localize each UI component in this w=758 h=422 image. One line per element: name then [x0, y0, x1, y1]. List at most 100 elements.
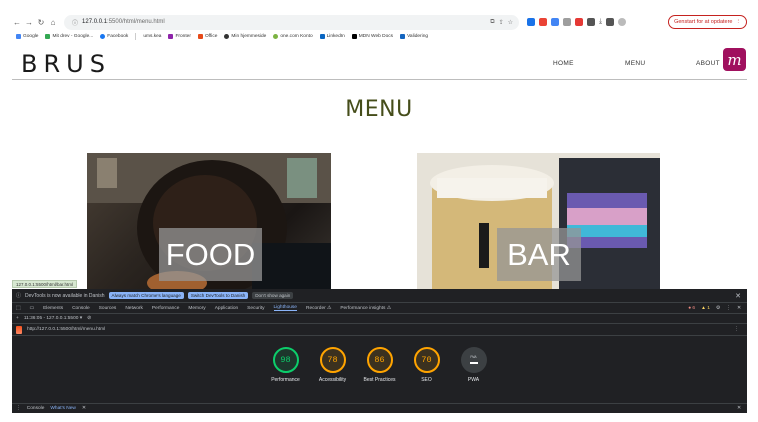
linkedin-icon	[319, 34, 325, 39]
bookmark-item[interactable]: MDN Web Docs	[351, 34, 393, 39]
tab-memory[interactable]: Memory	[188, 306, 205, 311]
browser-toolbar: ← → ↻ ⌂ ⓘ 127.0.0.1:5500/html/menu.html …	[12, 12, 747, 32]
tab-console[interactable]: Console	[72, 306, 90, 311]
warning-count[interactable]: ▲ 1	[701, 306, 710, 311]
tab-elements[interactable]: Elements	[43, 306, 63, 311]
bookmark-star-icon[interactable]: ☆	[508, 19, 513, 26]
pwa-badge: PWA	[460, 347, 487, 373]
score-gauge: 98	[272, 347, 299, 373]
translate-icon[interactable]: ⧉	[490, 19, 494, 26]
score-pwa[interactable]: PWA PWA	[454, 347, 493, 384]
tab-application[interactable]: Application	[215, 306, 238, 311]
add-icon[interactable]: +	[16, 316, 19, 321]
lighthouse-icon	[16, 325, 22, 334]
extension-icon[interactable]	[551, 18, 559, 26]
profile-avatar[interactable]	[618, 18, 627, 26]
bookmark-item[interactable]: Office	[197, 34, 217, 39]
home-icon[interactable]: ⌂	[48, 16, 58, 28]
mdn-icon	[351, 34, 357, 39]
bookmark-item[interactable]: Validering	[400, 34, 428, 39]
lighthouse-scores: 98 Performance 78 Accessibility 86 Best …	[12, 347, 747, 384]
update-button[interactable]: Genstart for at opdatere ⋮	[668, 15, 747, 29]
facebook-icon	[100, 34, 106, 39]
score-gauge: 78	[319, 347, 346, 373]
report-menu-icon[interactable]: ⋮	[734, 327, 739, 332]
report-url[interactable]: http://127.0.0.1:5500/html/menu.html	[27, 327, 105, 332]
food-card[interactable]: FOOD	[87, 153, 331, 290]
extension-icon[interactable]	[527, 18, 535, 26]
close-tab-icon[interactable]: ✕	[82, 406, 86, 411]
close-icon[interactable]: ✕	[735, 292, 741, 300]
match-language-button[interactable]: Always match Chrome's language	[108, 292, 184, 299]
share-icon[interactable]: ⇪	[499, 19, 504, 26]
drawer-tab-console[interactable]: Console	[27, 406, 45, 411]
devtools-panel: ⓘ DevTools is now available in Danish Al…	[12, 289, 747, 413]
food-label: FOOD	[159, 228, 262, 281]
onecom-icon	[273, 34, 279, 39]
address-bar[interactable]: ⓘ 127.0.0.1:5500/html/menu.html ⧉ ⇪ ☆	[64, 14, 519, 30]
extension-icon[interactable]	[575, 18, 583, 26]
bookmark-item[interactable]: Facebook	[100, 34, 128, 39]
dont-show-again-button[interactable]: Don't show again	[252, 292, 294, 299]
drive-icon	[45, 34, 51, 39]
back-icon[interactable]: ←	[12, 16, 22, 28]
sidepanel-icon[interactable]	[606, 18, 615, 26]
pwa-badge-text: PWA	[470, 356, 477, 360]
bookmarks-bar: Google Mit drev - Google... Facebook ums…	[12, 31, 747, 42]
tab-sources[interactable]: Sources	[99, 306, 117, 311]
drawer-tab-whats-new[interactable]: What's New	[50, 406, 75, 411]
bookmark-item[interactable]: ums.kea	[143, 34, 161, 39]
m-extension-badge[interactable]: m	[723, 48, 746, 71]
fronter-icon	[168, 34, 174, 39]
reload-icon[interactable]: ↻	[36, 16, 46, 28]
tab-recorder[interactable]: Recorder ⚠	[306, 306, 331, 311]
bookmark-item[interactable]: Fronter	[168, 34, 191, 39]
bookmark-item[interactable]: LinkedIn	[319, 34, 345, 39]
site-logo[interactable]: BRUS	[21, 50, 111, 78]
bookmark-item[interactable]: one.com Konto	[273, 34, 313, 39]
download-icon[interactable]: ⤓	[599, 18, 602, 26]
tab-performance-insights[interactable]: Performance insights ⚠	[340, 306, 391, 311]
report-select[interactable]: 11:36:05 - 127.0.0.1:5500 ▾	[24, 316, 82, 321]
score-gauge: 86	[366, 347, 393, 373]
close-devtools-icon[interactable]: ✕	[737, 306, 741, 311]
url-path: :5500/html/menu.html	[107, 19, 165, 25]
bookmark-separator	[135, 33, 137, 40]
score-performance[interactable]: 98 Performance	[266, 347, 305, 384]
score-accessibility[interactable]: 78 Accessibility	[313, 347, 352, 384]
score-label: Best Practices	[363, 377, 396, 383]
close-drawer-icon[interactable]: ✕	[737, 406, 741, 411]
nav-home[interactable]: HOME	[553, 60, 574, 67]
inspect-icon[interactable]: ⬚	[16, 306, 21, 311]
switch-language-button[interactable]: Switch DevTools to Danish	[187, 292, 249, 299]
nav-about[interactable]: ABOUT	[696, 60, 720, 67]
google-icon	[16, 34, 21, 39]
bookmark-item[interactable]: Min hjemmeside	[224, 34, 266, 39]
drawer-menu-icon[interactable]: ⋮	[16, 406, 21, 411]
score-best-practices[interactable]: 86 Best Practices	[360, 347, 399, 384]
tab-lighthouse[interactable]: Lighthouse	[273, 305, 297, 311]
bookmark-item[interactable]: Mit drev - Google...	[45, 34, 93, 39]
info-icon[interactable]: ⓘ	[72, 18, 78, 27]
score-seo[interactable]: 70 SEO	[407, 347, 446, 384]
tab-security[interactable]: Security	[247, 306, 264, 311]
tab-network[interactable]: Network	[125, 306, 143, 311]
bar-label: BAR	[497, 228, 581, 281]
bookmark-item[interactable]: Google	[16, 34, 38, 39]
extension-icon[interactable]	[563, 18, 571, 26]
nav-menu[interactable]: MENU	[625, 60, 645, 67]
more-vert-icon: ⋮	[735, 19, 742, 25]
error-count[interactable]: ● 6	[688, 306, 695, 311]
puzzle-icon[interactable]	[587, 18, 595, 26]
score-gauge: 70	[413, 347, 440, 373]
clear-icon[interactable]: ⊘	[87, 316, 91, 321]
forward-icon[interactable]: →	[24, 16, 34, 28]
device-icon[interactable]: ▭	[30, 306, 35, 311]
more-icon[interactable]: ⋮	[726, 306, 731, 311]
settings-icon[interactable]: ⚙	[716, 306, 720, 311]
pwa-dash-icon	[469, 362, 478, 364]
extension-icon[interactable]	[539, 18, 547, 26]
notice-text: DevTools is now available in Danish	[25, 292, 105, 299]
tab-performance[interactable]: Performance	[152, 306, 179, 311]
bar-card[interactable]: BAR	[417, 153, 660, 290]
